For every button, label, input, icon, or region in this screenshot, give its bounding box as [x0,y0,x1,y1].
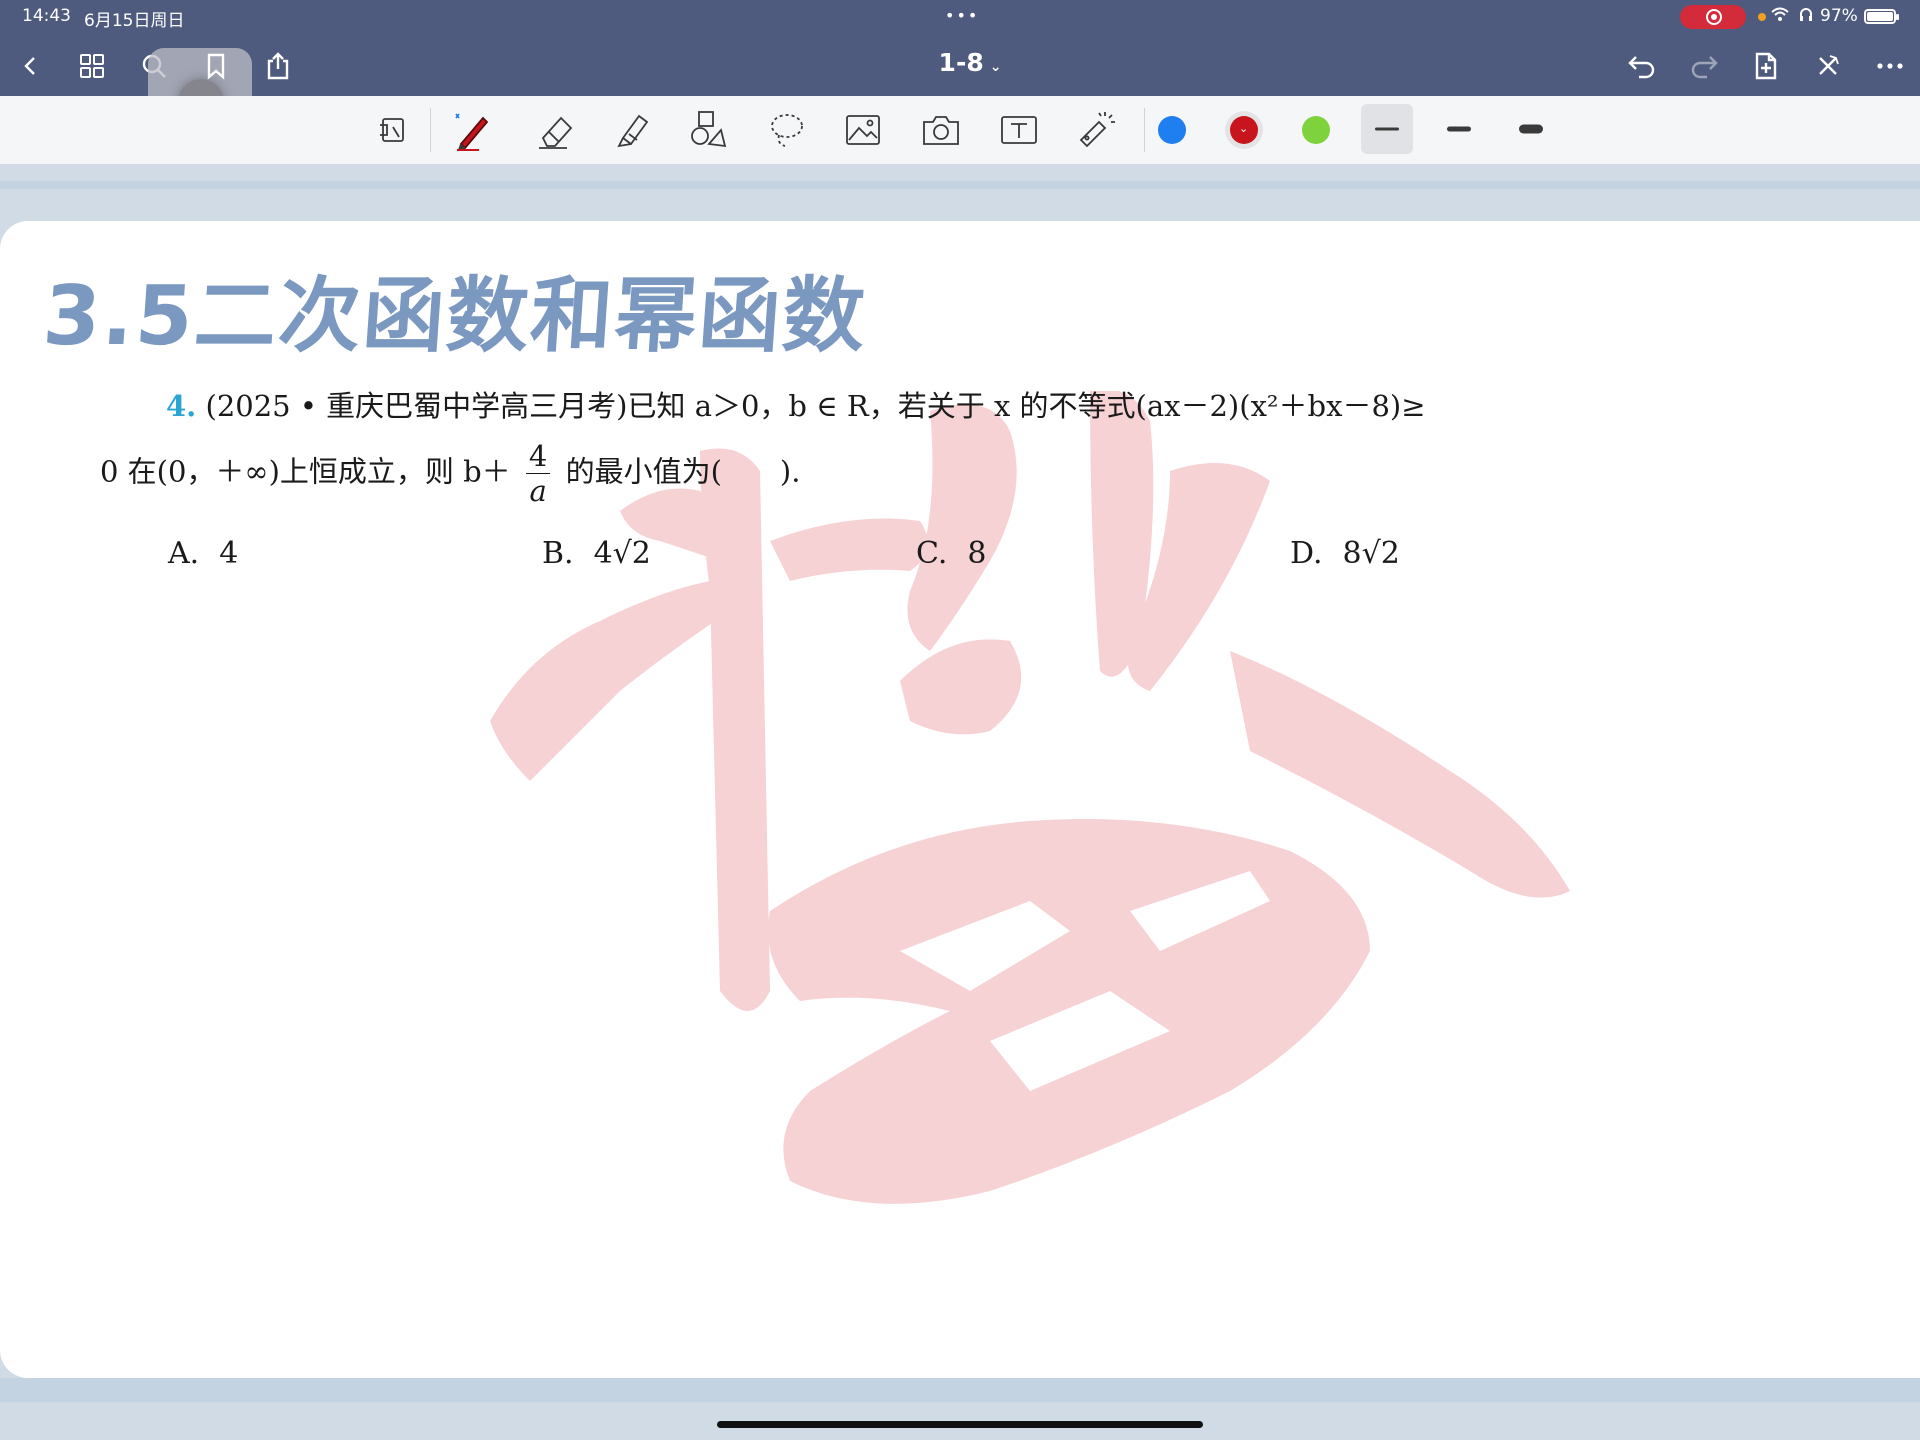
battery-percent: 97% [1820,6,1858,26]
color-green[interactable] [1302,116,1330,144]
question-text-2: 0 在(0，＋∞)上恒成立，则 b＋ [100,454,511,489]
fraction-denominator: a [529,474,547,508]
color-red-selected[interactable]: ⌄ [1230,116,1258,144]
laser-pointer-icon[interactable] [1072,108,1118,152]
option-label: C. [916,536,948,571]
option-value: 4√2 [593,536,651,571]
document-title-dropdown[interactable]: 1-8 ⌄ [900,48,1040,77]
more-icon[interactable] [1870,46,1910,86]
image-icon[interactable] [840,108,886,152]
stroke-thin-selected[interactable] [1361,104,1413,154]
page-range-label: 1-8 [938,48,984,77]
text-icon[interactable] [996,108,1042,152]
multitasking-dots[interactable]: ••• [945,6,979,25]
bookmark-icon[interactable] [196,46,236,86]
grid-icon[interactable] [72,46,112,86]
screen-recording-indicator[interactable] [1680,5,1746,29]
pen-icon[interactable] [448,108,494,152]
watermark-logo [490,391,1570,1204]
nav-bar: 1-8 ⌄ [0,34,1920,154]
headphones-icon [1798,6,1814,26]
option-label: A. [168,536,200,571]
wifi-icon [1770,6,1790,26]
drawing-toolbar: ⌄ [0,96,1920,165]
document-page[interactable]: 3.5二次函数和幂函数 4. (2025 • 重庆巴蜀中学高三月考)已知 a＞0… [0,221,1920,1378]
option-label: D. [1290,536,1323,571]
status-date: 6月15日周日 [84,11,185,31]
question-text-1: (2025 • 重庆巴蜀中学高三月考)已知 a＞0，b ∈ R，若关于 x 的不… [205,389,1426,423]
option-value: 8√2 [1342,536,1400,571]
page-icon[interactable] [370,108,416,152]
chevron-down-icon: ⌄ [1239,122,1249,135]
question-text-3: 的最小值为( ). [565,454,801,489]
camera-icon[interactable] [918,108,964,152]
option-a[interactable]: A. 4 [168,536,238,571]
stroke-medium[interactable] [1433,104,1485,154]
home-indicator[interactable] [717,1421,1203,1428]
mic-indicator-dot [1758,13,1766,21]
option-c[interactable]: C. 8 [916,536,987,571]
color-blue[interactable] [1158,116,1186,144]
add-page-icon[interactable] [1746,46,1786,86]
page-gap-bottom [0,1378,1920,1402]
option-value: 4 [219,536,239,571]
option-d[interactable]: D. 8√2 [1290,536,1400,571]
record-icon [1706,9,1722,25]
close-icon[interactable] [1808,46,1848,86]
fraction-numerator: 4 [525,439,551,474]
question-line-1: 4. (2025 • 重庆巴蜀中学高三月考)已知 a＞0，b ∈ R，若关于 x… [166,383,1426,425]
option-b[interactable]: B. 4√2 [542,536,651,571]
battery-icon [1864,9,1899,24]
undo-icon[interactable] [1622,46,1662,86]
eraser-icon[interactable] [532,108,578,152]
share-icon[interactable] [258,46,298,86]
question-number: 4. [166,389,197,423]
option-label: B. [542,536,574,571]
redo-icon[interactable] [1684,46,1724,86]
fraction: 4a [525,439,551,508]
back-icon[interactable] [10,46,50,86]
highlighter-icon[interactable] [608,108,654,152]
lasso-icon[interactable] [764,108,810,152]
chevron-down-icon: ⌄ [989,59,1002,75]
page-gap [0,181,1920,189]
option-value: 8 [967,536,987,571]
shapes-icon[interactable] [686,108,732,152]
page-title: 3.5二次函数和幂函数 [40,269,871,364]
question-line-2: 0 在(0，＋∞)上恒成立，则 b＋ 4a 的最小值为( ). [100,439,800,508]
status-bar: 14:43 6月15日周日 ••• 97% [0,0,1920,34]
status-time: 14:43 [22,6,71,26]
stroke-thick[interactable] [1505,104,1557,154]
